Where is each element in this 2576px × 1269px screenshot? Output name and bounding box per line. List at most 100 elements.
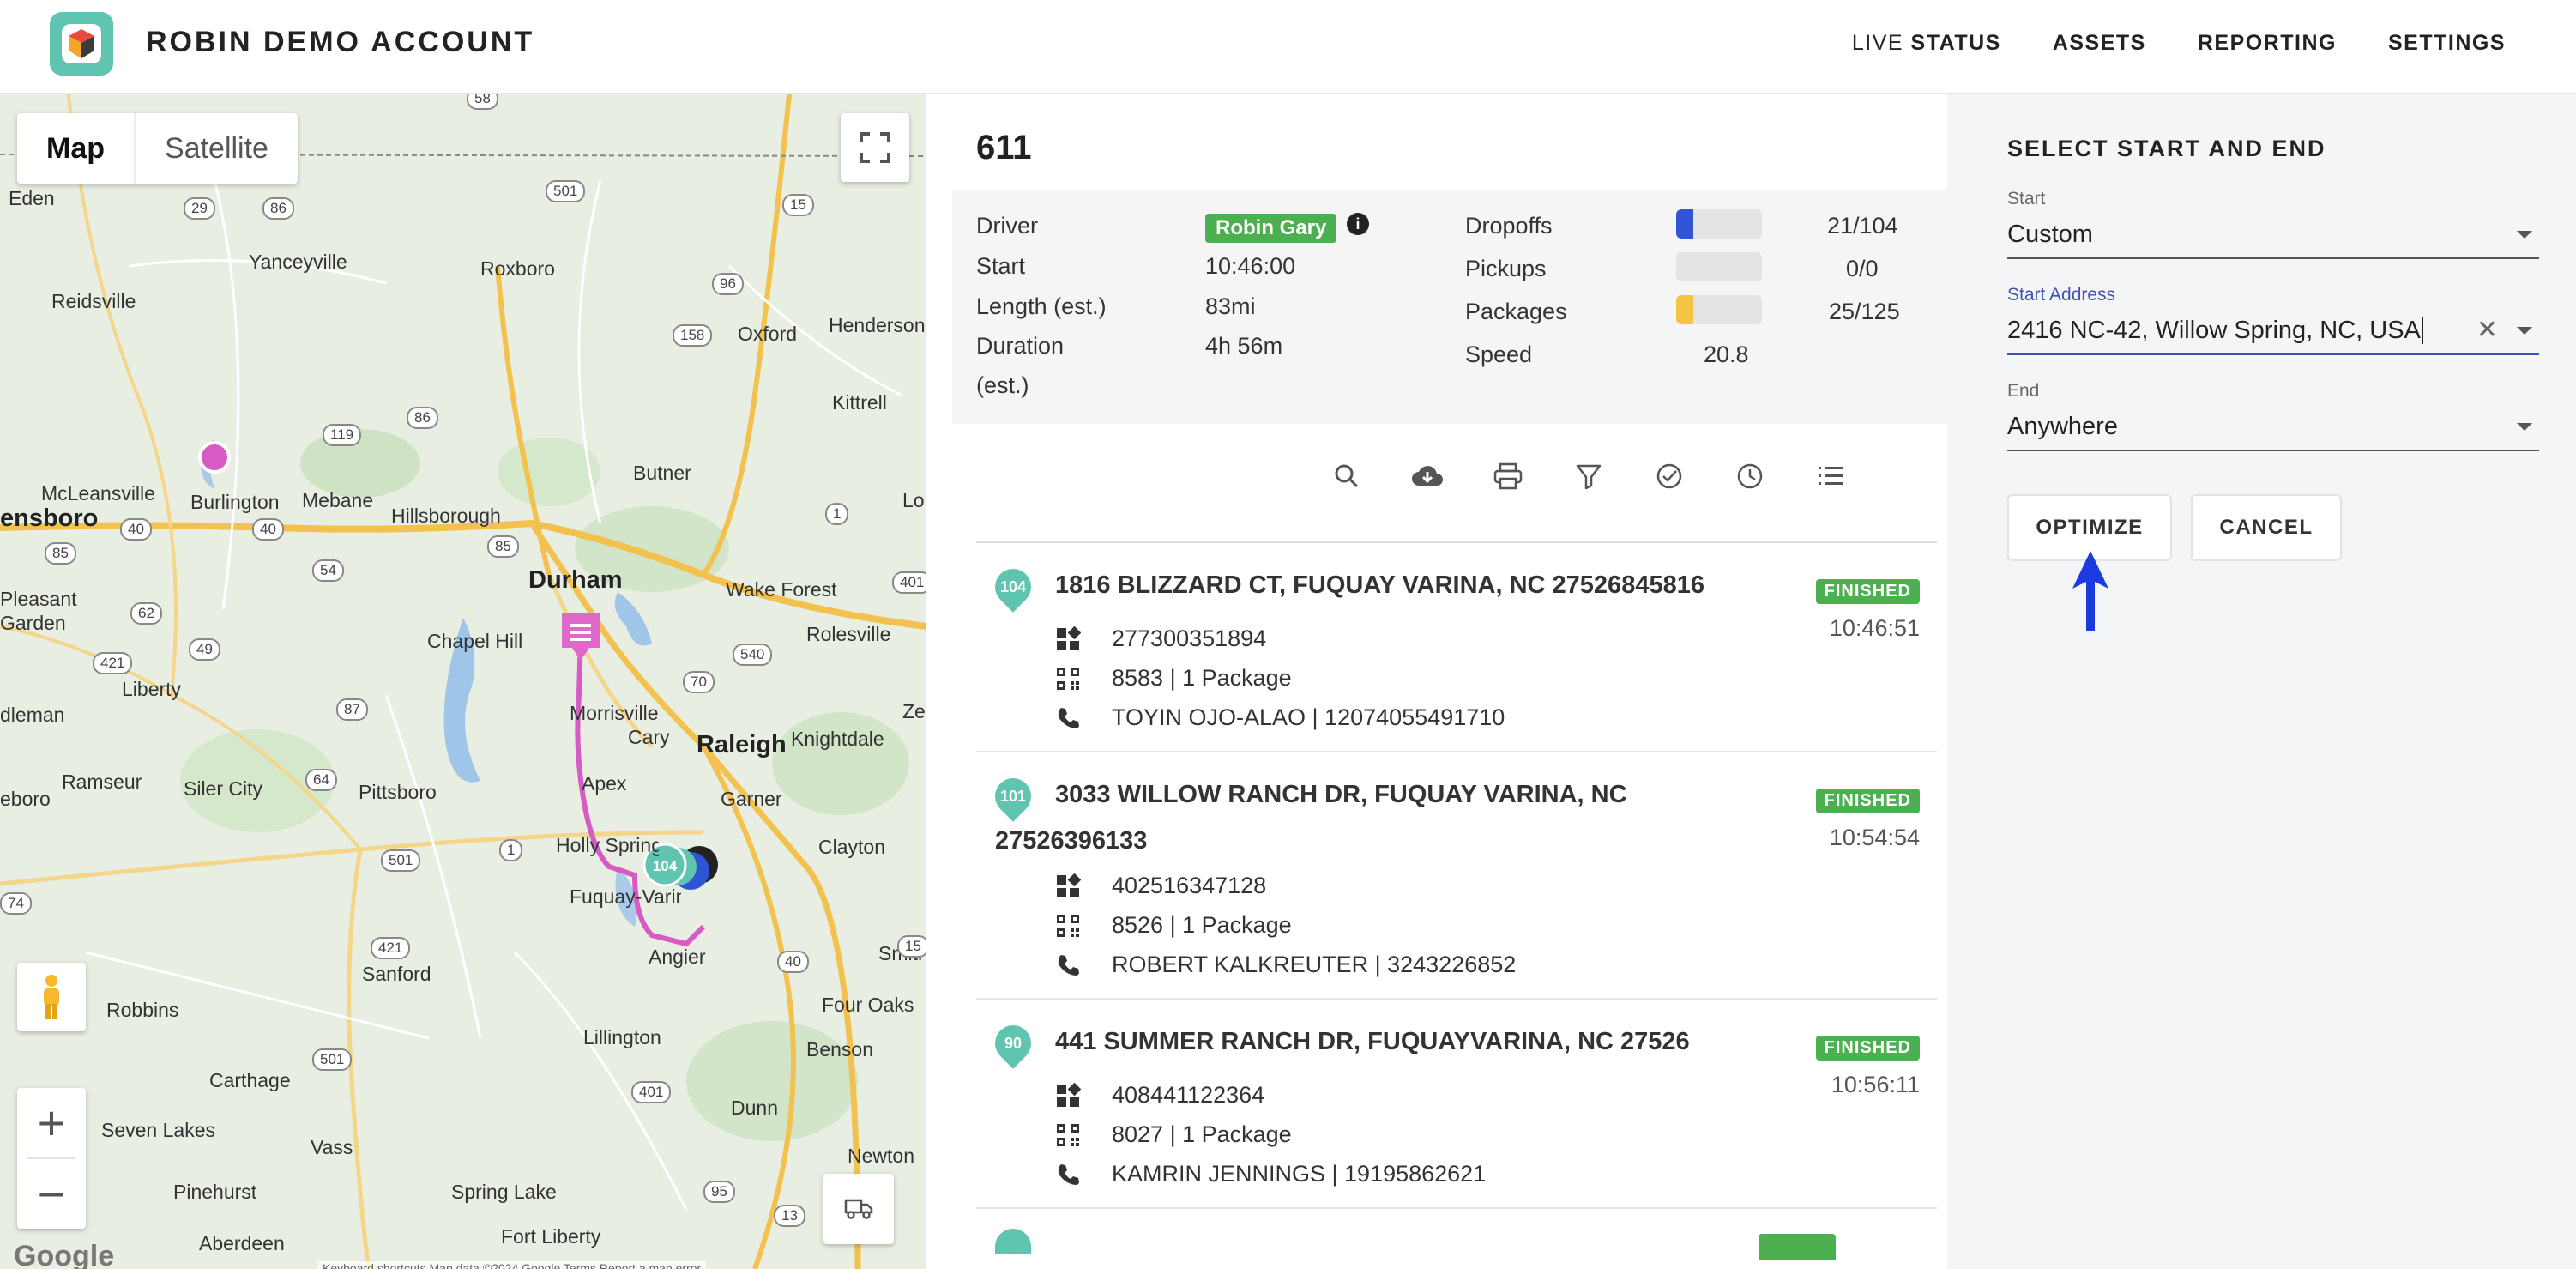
stop-item[interactable]: 90 441 SUMMER RANCH DR, FUQUAYVARINA, NC… — [976, 1000, 1937, 1209]
road-shield: 54 — [312, 559, 344, 582]
map-label: Liberty — [122, 678, 182, 700]
stop-package-line: 8027 | 1 Package — [1055, 1121, 1292, 1148]
start-address-field[interactable]: Start Address 2416 NC-42, Willow Spring,… — [2007, 285, 2539, 355]
road-shield: 1 — [499, 839, 523, 861]
stop-address: 1816 BLIZZARD CT, FUQUAY VARINA, NC 2752… — [1055, 571, 1704, 599]
cancel-button[interactable]: CANCEL — [2191, 494, 2342, 561]
end-select[interactable]: End Anywhere — [2007, 381, 2539, 451]
stop-pin-icon: 90 — [987, 1018, 1039, 1069]
chevron-down-icon[interactable] — [2517, 327, 2532, 335]
nav-live-status[interactable]: LIVE STATUS — [1852, 31, 2001, 56]
print-icon[interactable] — [1491, 459, 1525, 493]
map-attribution[interactable]: Keyboard shortcuts Map data ©2024 Google… — [317, 1261, 707, 1269]
map-type-map[interactable]: Map — [17, 113, 136, 184]
road-shield: 49 — [189, 638, 220, 661]
map-label: Wake Forest — [726, 578, 837, 601]
map-view[interactable]: 104 Eden Yanceyville Roxboro Oxford Hend… — [0, 94, 926, 1269]
start-address-label: Start Address — [2007, 285, 2116, 305]
road-shield: 95 — [703, 1181, 735, 1203]
road-shield: 85 — [487, 535, 519, 558]
search-icon[interactable] — [1330, 459, 1364, 493]
map-label: Hillsborough — [391, 505, 501, 527]
stops-toolbar — [1330, 459, 1848, 493]
map-label: Carthage — [209, 1069, 291, 1091]
map-label: eboro — [0, 788, 51, 810]
map-label: Reidsville — [51, 290, 136, 312]
fullscreen-icon — [860, 132, 890, 163]
road-shield: 501 — [312, 1048, 353, 1071]
truck-icon — [844, 1199, 873, 1219]
road-shield: 87 — [336, 698, 368, 721]
road-shield: 86 — [407, 407, 438, 429]
vehicle-button[interactable] — [823, 1174, 894, 1244]
map-label: Lo — [902, 489, 925, 511]
road-shield: 96 — [712, 273, 744, 295]
start-select[interactable]: Start Custom — [2007, 189, 2539, 259]
map-label: Vass — [311, 1136, 353, 1158]
stop-time: 10:46:51 — [1829, 615, 1920, 641]
pickups-value: 0/0 — [1846, 256, 1879, 281]
driver-badge[interactable]: Robin Gary — [1205, 214, 1337, 243]
road-shield: 13 — [774, 1205, 805, 1227]
road-shield: 501 — [546, 180, 586, 202]
zoom-in-button[interactable]: + — [17, 1088, 86, 1157]
nav-settings[interactable]: SETTINGS — [2388, 31, 2506, 56]
route-stats: Driver Robin Gary i Start 10:46:00 Lengt… — [952, 190, 1947, 424]
stop-item[interactable]: 104 1816 BLIZZARD CT, FUQUAY VARINA, NC … — [976, 543, 1937, 752]
qr-code-icon — [1055, 666, 1081, 692]
map-label: Roxboro — [480, 257, 555, 280]
map-label: Henderson — [829, 314, 926, 336]
road-shield: 29 — [184, 197, 215, 220]
duration-value: 4h 56m — [1205, 333, 1283, 359]
clear-icon[interactable]: ✕ — [2476, 305, 2498, 355]
stop-address: 3033 WILLOW RANCH DR, FUQUAY VARINA, NC … — [995, 781, 1627, 855]
chevron-down-icon[interactable] — [2517, 231, 2532, 239]
map-label: Kittrell — [832, 391, 887, 414]
map-label: Burlington — [190, 491, 280, 513]
info-icon[interactable]: i — [1347, 213, 1369, 235]
check-circle-icon[interactable] — [1652, 459, 1686, 493]
start-value: 10:46:00 — [1205, 253, 1296, 279]
start-label: Start — [976, 253, 1026, 279]
map-label: Durham — [528, 566, 623, 594]
status-badge: FINISHED — [1815, 579, 1920, 604]
road-shield: 70 — [683, 671, 715, 693]
speed-value: 20.8 — [1704, 341, 1749, 367]
road-shield: 119 — [323, 424, 362, 446]
map-label: Clayton — [818, 836, 885, 858]
clock-icon[interactable] — [1733, 459, 1767, 493]
map-label: Mebane — [302, 489, 374, 511]
widgets-icon — [1055, 1082, 1082, 1109]
phone-icon — [1055, 705, 1081, 731]
map-label: dleman — [0, 704, 65, 726]
phone-icon — [1055, 1162, 1081, 1187]
start-address-input[interactable]: 2416 NC-42, Willow Spring, NC, USA ✕ — [2007, 305, 2539, 355]
street-view-button[interactable] — [17, 963, 86, 1031]
nav-reporting[interactable]: REPORTING — [2198, 31, 2337, 56]
end-select-label: End — [2007, 381, 2040, 401]
cloud-download-icon[interactable] — [1410, 459, 1445, 493]
status-badge — [1759, 1234, 1836, 1260]
route-details: 611 Driver Robin Gary i Start 10:46:00 L… — [926, 94, 1947, 1269]
zoom-out-button[interactable]: − — [17, 1159, 86, 1229]
stop-item[interactable]: 101 3033 WILLOW RANCH DR, FUQUAY VARINA,… — [976, 752, 1937, 1000]
start-select-value[interactable]: Custom — [2007, 209, 2539, 259]
app-logo[interactable] — [50, 12, 113, 76]
chevron-down-icon[interactable] — [2517, 423, 2532, 431]
map-label: Oxford — [738, 323, 798, 345]
map-label: Holly Springs — [556, 834, 659, 856]
duration-label: Duration — [976, 333, 1065, 359]
filter-icon[interactable] — [1572, 459, 1606, 493]
stop-package-line: 8583 | 1 Package — [1055, 665, 1292, 692]
widgets-icon — [1055, 625, 1082, 652]
list-icon[interactable] — [1813, 459, 1848, 493]
map-type-satellite[interactable]: Satellite — [136, 113, 298, 184]
map-cluster-label: 104 — [653, 858, 678, 874]
road-shield: 540 — [733, 644, 773, 666]
fullscreen-button[interactable] — [841, 113, 909, 182]
map-label: Robbins — [106, 999, 179, 1021]
map-label: ensboro — [0, 505, 99, 532]
end-select-value[interactable]: Anywhere — [2007, 402, 2539, 451]
nav-assets[interactable]: ASSETS — [2053, 31, 2146, 56]
qr-code-icon — [1055, 1122, 1081, 1148]
